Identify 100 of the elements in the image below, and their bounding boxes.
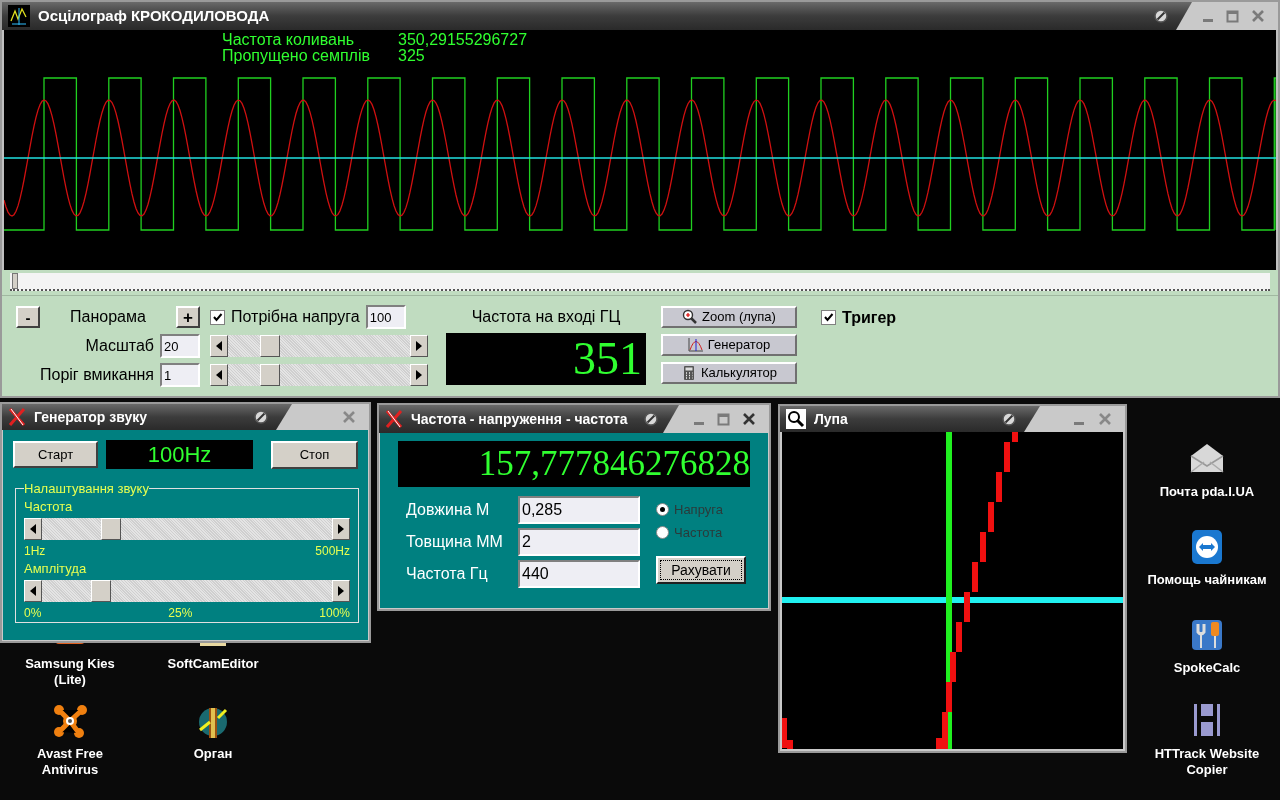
left-arrow-icon	[30, 523, 36, 534]
field-label: Товщина ММ	[405, 532, 504, 552]
check-icon	[212, 311, 223, 323]
number-field[interactable]: 440	[518, 560, 640, 588]
right-arrow-icon	[416, 341, 422, 351]
field-label: Поріг вмикання	[40, 365, 154, 385]
field-label: Довжина М	[405, 500, 491, 520]
app-logo-icon	[8, 407, 26, 427]
app-logo-icon	[8, 5, 30, 27]
checkbox-label: Тригер	[842, 310, 897, 325]
tool-button[interactable]: Zoom (лупа)	[661, 306, 797, 328]
threshold-slider[interactable]	[228, 364, 410, 386]
number-field[interactable]: 100	[365, 305, 406, 329]
minimize-icon	[1203, 18, 1213, 22]
desktop-icon-label[interactable]: HTTrack Website Copier	[1154, 746, 1260, 778]
group-title: Налаштування звуку	[24, 480, 149, 498]
readout-value: 350,29155296727	[398, 32, 528, 48]
number-field[interactable]: 1	[160, 363, 200, 387]
number-field[interactable]: 20	[160, 334, 200, 358]
step-left-button[interactable]	[210, 364, 228, 386]
close-icon	[742, 412, 756, 426]
magnifier-icon	[786, 409, 806, 429]
readout-label: Пропущено семплів	[222, 48, 371, 64]
frequency-display: 100Hz	[106, 440, 253, 469]
step-right-button[interactable]	[332, 517, 350, 540]
step-right-button[interactable]	[332, 579, 350, 602]
slider-label: Амплітуда	[24, 560, 88, 577]
stop-button[interactable]: Стоп	[270, 440, 358, 469]
slider-thumb[interactable]	[101, 517, 122, 540]
right-arrow-icon	[338, 523, 344, 534]
scale-slider[interactable]	[228, 335, 410, 357]
step-right-button[interactable]	[410, 364, 428, 386]
window-title: Генератор звуку	[34, 407, 148, 427]
tick-label: 100%	[319, 605, 350, 620]
result-display: 157,777846276828	[398, 441, 750, 487]
desktop-icon-label[interactable]: Samsung Kies (Lite)	[25, 656, 115, 688]
desktop-icon-label[interactable]: Почта pda.I.UA	[1159, 484, 1255, 500]
radio-label: Напруга	[674, 500, 723, 519]
close-icon	[342, 410, 356, 424]
checkbox-label: Потрібна напруга	[231, 307, 360, 327]
readout-value: 325	[398, 48, 425, 64]
readout-label: Частота коливань	[222, 32, 356, 48]
tick-label: 500Hz	[315, 543, 350, 558]
left-arrow-icon	[216, 341, 222, 351]
step-left-button[interactable]	[24, 517, 42, 540]
minimize-icon	[1074, 421, 1084, 425]
pin-icon	[1154, 9, 1168, 23]
start-button[interactable]: Старт	[13, 441, 99, 468]
graph-icon	[687, 337, 704, 353]
desktop-icon-label[interactable]: Avast Free Antivirus	[37, 746, 103, 778]
slider-thumb[interactable]	[260, 335, 281, 357]
magnifier-icon	[682, 309, 699, 325]
radio-button[interactable]	[656, 503, 669, 516]
pin-icon	[1002, 412, 1016, 426]
close-icon	[1098, 412, 1112, 426]
field-label: Частота Гц	[405, 564, 489, 584]
left-arrow-icon	[216, 370, 222, 380]
frequency-display: 351	[446, 333, 646, 385]
slider-thumb[interactable]	[90, 579, 111, 602]
panorama-label: Панорама	[70, 307, 146, 327]
right-arrow-icon	[416, 370, 422, 380]
step-left-button[interactable]	[24, 579, 42, 602]
maximize-icon	[716, 412, 730, 426]
number-field[interactable]: 2	[518, 528, 640, 556]
voltage-checkbox[interactable]	[210, 309, 225, 325]
trigger-checkbox[interactable]	[821, 310, 836, 325]
step-left-button[interactable]	[210, 335, 228, 357]
pin-icon	[643, 412, 658, 426]
window-title: Лупа	[814, 409, 848, 429]
close-icon	[1251, 9, 1265, 23]
tick-label: 0%	[24, 605, 42, 620]
desktop-icon-label[interactable]: SpokeCalc	[1173, 660, 1241, 676]
left-arrow-icon	[30, 585, 36, 596]
right-arrow-icon	[338, 585, 344, 596]
minus-button[interactable]: -	[16, 306, 40, 328]
tool-button[interactable]: Генератор	[661, 334, 797, 356]
tick-label: 25%	[168, 605, 193, 620]
frequency-slider[interactable]	[42, 517, 332, 540]
window-title: Осцілограф КРОКОДИЛОВОДА	[38, 5, 270, 26]
number-field[interactable]: 0,285	[518, 496, 640, 524]
frequency-label: Частота на вході ГЦ	[471, 307, 621, 327]
desktop-icon-label[interactable]: SoftCamEditor	[167, 656, 259, 672]
check-icon	[823, 312, 834, 323]
tick-label: 1Hz	[24, 543, 46, 558]
window-title: Частота - напруження - частота	[411, 409, 628, 429]
app-logo-icon	[385, 409, 403, 429]
amplitude-slider[interactable]	[42, 579, 332, 602]
slider-thumb[interactable]	[260, 364, 281, 386]
desktop-icon-label[interactable]: Помощь чайникам	[1147, 572, 1267, 588]
tool-button[interactable]: Калькулятор	[661, 362, 797, 384]
step-right-button[interactable]	[410, 335, 428, 357]
horizontal-scrollbar[interactable]	[10, 273, 1270, 291]
calculate-button[interactable]: Рахувати	[656, 556, 746, 584]
radio-button[interactable]	[656, 526, 669, 539]
desktop-icon-label[interactable]: Орган	[193, 746, 233, 762]
minimize-icon	[694, 421, 704, 425]
plus-button[interactable]: +	[176, 306, 200, 328]
slider-label: Частота	[24, 498, 74, 515]
scrollbar-thumb[interactable]	[12, 273, 18, 289]
maximize-icon	[1225, 9, 1239, 23]
